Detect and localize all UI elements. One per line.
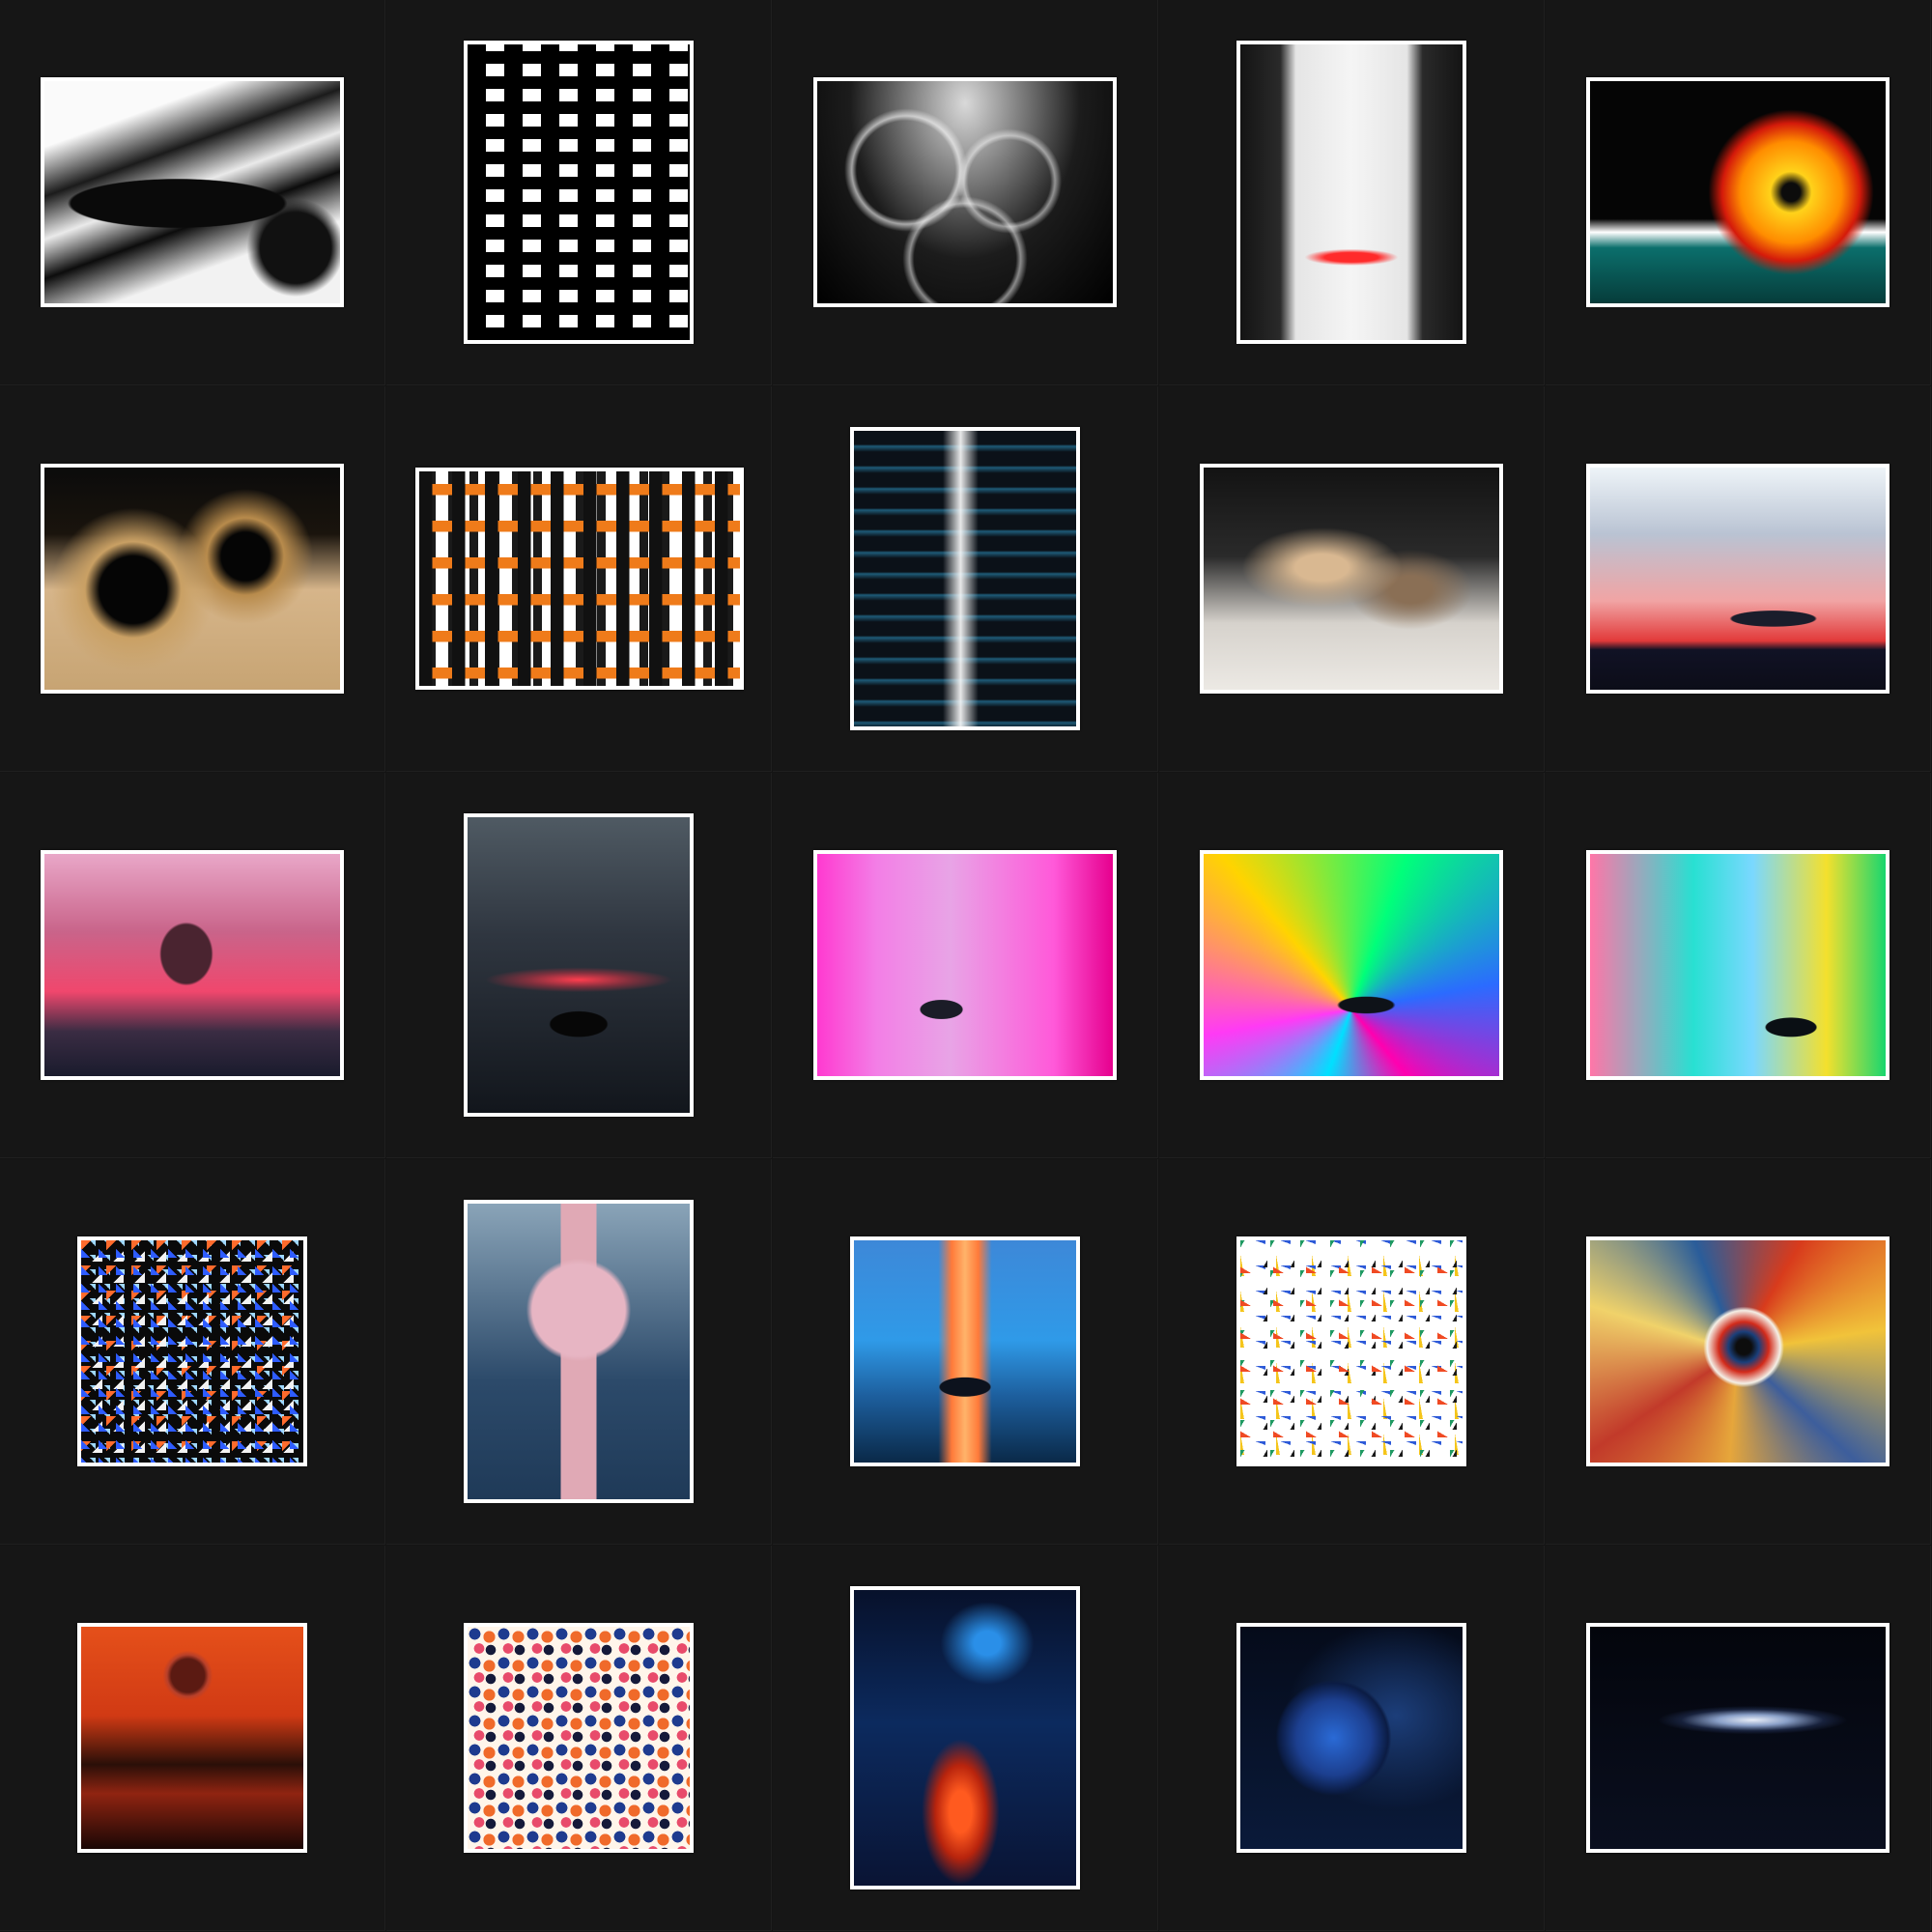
gallery-cell — [386, 0, 772, 385]
gallery-cell — [1159, 773, 1545, 1158]
gallery-cell — [773, 1159, 1158, 1545]
gallery-cell — [386, 773, 772, 1158]
artwork-abstract-ink-swirl[interactable] — [41, 77, 344, 307]
artwork-red-light-road-car[interactable] — [464, 813, 694, 1117]
artwork-chrome-sculpture[interactable] — [1200, 464, 1503, 694]
gallery-cell — [386, 1159, 772, 1545]
artwork-cube-pink-tree[interactable] — [464, 1200, 694, 1503]
artwork-red-sun-wave[interactable] — [1586, 77, 1889, 307]
artwork-blue-orange-portal-car[interactable] — [850, 1236, 1080, 1466]
artwork-aurora-car[interactable] — [1586, 850, 1889, 1080]
artwork-red-moon-landscape[interactable] — [77, 1623, 307, 1853]
artwork-spiral-galaxy[interactable] — [1586, 1623, 1889, 1853]
artwork-confetti-triangles[interactable] — [1236, 1236, 1466, 1466]
gallery-cell — [1159, 1546, 1545, 1931]
gallery-cell — [1546, 1159, 1931, 1545]
gallery-cell — [773, 1546, 1158, 1931]
artwork-pink-fog-tree[interactable] — [41, 850, 344, 1080]
artwork-orange-black-blocks[interactable] — [415, 468, 744, 690]
artwork-neon-pink-city-car[interactable] — [813, 850, 1117, 1080]
artwork-white-vein-web[interactable] — [813, 77, 1117, 307]
artwork-car-light-corridor[interactable] — [1236, 41, 1466, 344]
gallery-cell — [0, 386, 385, 772]
gallery-cell — [0, 773, 385, 1158]
gallery-cell — [1546, 1546, 1931, 1931]
artwork-blue-planet[interactable] — [1236, 1623, 1466, 1853]
gallery-cell — [386, 386, 772, 772]
gallery-cell — [0, 0, 385, 385]
artwork-gold-black-swirl[interactable] — [41, 464, 344, 694]
gallery-cell — [0, 1159, 385, 1545]
artwork-colorful-shards[interactable] — [77, 1236, 307, 1466]
gallery-cell — [773, 386, 1158, 772]
art-gallery-grid — [0, 0, 1932, 1932]
gallery-cell — [1546, 0, 1931, 385]
artwork-glitch-city[interactable] — [850, 427, 1080, 730]
gallery-cell — [773, 773, 1158, 1158]
artwork-fire-nebula[interactable] — [850, 1586, 1080, 1889]
artwork-cubist-eye[interactable] — [1586, 1236, 1889, 1466]
gallery-cell — [386, 1546, 772, 1931]
gallery-cell — [1159, 0, 1545, 385]
gallery-cell — [1546, 386, 1931, 772]
artwork-foggy-city-car[interactable] — [1586, 464, 1889, 694]
gallery-cell — [773, 0, 1158, 385]
artwork-rainbow-rays-car[interactable] — [1200, 850, 1503, 1080]
artwork-black-white-block-pattern[interactable] — [464, 41, 694, 344]
gallery-cell — [1546, 773, 1931, 1158]
gallery-cell — [0, 1546, 385, 1931]
artwork-puzzle-pattern[interactable] — [464, 1623, 694, 1853]
gallery-cell — [1159, 386, 1545, 772]
gallery-cell — [1159, 1159, 1545, 1545]
